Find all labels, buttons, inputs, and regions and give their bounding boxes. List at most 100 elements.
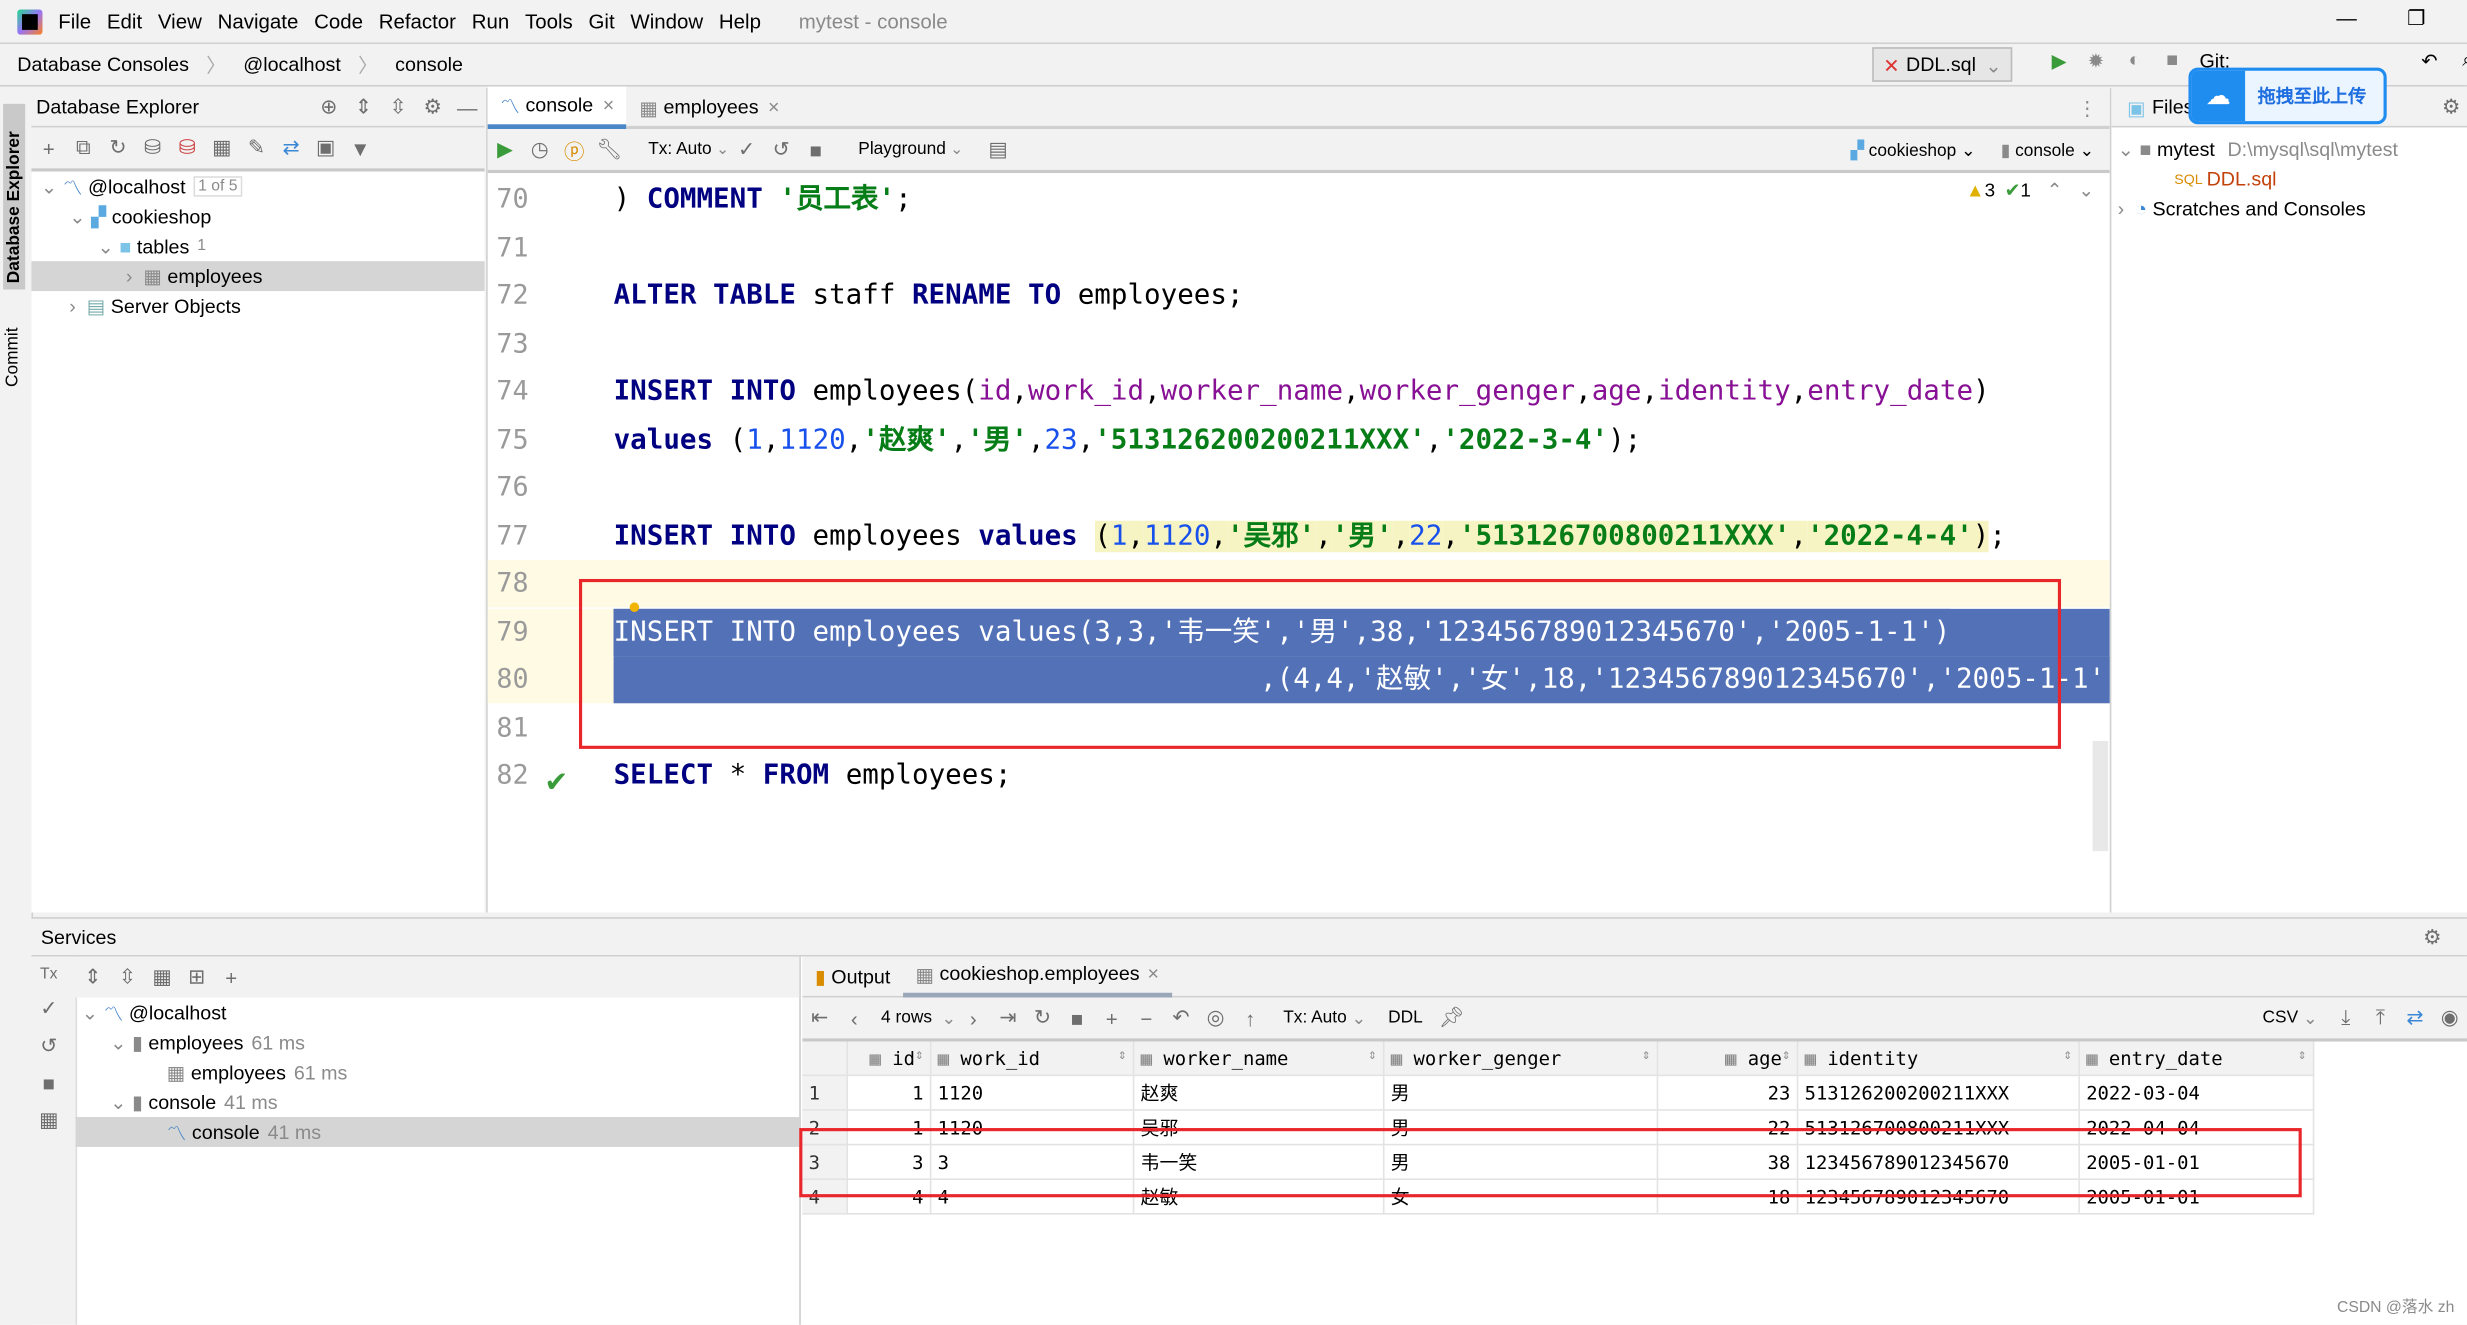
layout-icon[interactable]: ▦ <box>36 1108 61 1133</box>
tree-item-localhost[interactable]: ⌄ 〽 @localhost 1 of 5 <box>31 171 484 201</box>
history-icon[interactable]: ◷ <box>527 137 552 162</box>
session-select[interactable]: ▮ console ⌄ <box>2001 139 2094 160</box>
commit-side-tab[interactable]: Commit <box>3 293 22 387</box>
schema-select[interactable]: ▞ cookieshop ⌄ <box>1851 139 1976 160</box>
restore-icon[interactable]: ❐ <box>2407 6 2425 31</box>
menu-help[interactable]: Help <box>719 9 761 33</box>
tree-item-employees[interactable]: › ▦ employees <box>31 261 485 292</box>
compare-icon[interactable]: ⇄ <box>2402 1005 2427 1030</box>
collapse-all-icon[interactable]: ⇳ <box>385 94 410 119</box>
stop-icon[interactable]: ■ <box>1065 1006 1090 1030</box>
tree-item-ddl-sql[interactable]: SQL DDL.sql <box>2111 164 2467 194</box>
tx-mode-select[interactable]: Tx: Auto <box>1283 1008 1346 1027</box>
ddl-button[interactable]: DDL <box>1388 1008 1423 1027</box>
column-header-age[interactable]: ▦ age ⇕ <box>1657 1041 1799 1077</box>
breadcrumb-console[interactable]: console <box>395 53 463 75</box>
pin-icon[interactable]: 📌︎ <box>1438 1005 1464 1030</box>
tab-employees[interactable]: ▦ employees × <box>627 88 792 126</box>
gear-icon[interactable]: ⚙ <box>2439 94 2464 119</box>
cell-entry_date[interactable]: 2022-03-04 <box>2079 1075 2315 1111</box>
expand-all-icon[interactable]: ⇕ <box>351 94 376 119</box>
preview-icon[interactable]: ◎ <box>1203 1005 1228 1030</box>
cell-worker_name[interactable]: 赵爽 <box>1133 1075 1385 1111</box>
export-format-select[interactable]: CSV <box>2263 1008 2299 1027</box>
table-icon[interactable]: ▦ <box>209 135 234 160</box>
run-icon[interactable]: ▶ <box>2052 49 2067 72</box>
close-icon[interactable]: × <box>603 94 615 116</box>
duplicate-icon[interactable]: ⧉ <box>71 135 96 160</box>
service-item-localhost[interactable]: ⌄ 〽 @localhost <box>76 997 800 1027</box>
disconnect-icon[interactable]: ⛁ <box>175 135 200 160</box>
code-line[interactable]: 75 values (1,1120,'赵爽','男',23,'5131262002… <box>488 416 2110 463</box>
commit-icon[interactable]: ✓ <box>36 996 61 1021</box>
rows-select[interactable]: 4 rows <box>881 1008 932 1027</box>
more-icon[interactable]: ⋮ <box>2078 95 2098 119</box>
breadcrumb-localhost[interactable]: @localhost <box>243 53 341 75</box>
minimize-icon[interactable]: — <box>2336 6 2356 30</box>
add-icon[interactable]: + <box>219 965 244 989</box>
menu-navigate[interactable]: Navigate <box>218 9 299 33</box>
execute-icon[interactable]: ▶ <box>492 137 517 162</box>
stop-icon[interactable]: ■ <box>2166 49 2178 71</box>
refresh-icon[interactable]: ↻ <box>105 135 130 160</box>
jump-icon[interactable]: ⇄ <box>278 135 303 160</box>
close-icon[interactable]: × <box>1148 963 1160 985</box>
service-item-console-session[interactable]: ⌄ ▮ console 41 ms <box>76 1087 800 1117</box>
new-tab-icon[interactable]: ⊞ <box>184 964 209 989</box>
download-icon[interactable]: ⤓ <box>2333 1005 2358 1030</box>
tree-item-cookieshop[interactable]: ⌄ ▞ cookieshop <box>31 201 484 231</box>
playground-select[interactable]: Playground <box>858 140 946 159</box>
edit-icon[interactable]: ✎ <box>244 135 269 160</box>
breadcrumb-database-consoles[interactable]: Database Consoles <box>17 53 189 75</box>
editor-scrollbar[interactable] <box>2092 741 2109 852</box>
service-item-employees-table[interactable]: ▦ employees 61 ms <box>76 1057 800 1087</box>
code-line[interactable]: 77 INSERT INTO employees values (1,1120,'… <box>488 512 2110 559</box>
code-line[interactable]: 82 SELECT * FROM employees; <box>488 752 2110 799</box>
tab-console[interactable]: 〽 console × <box>487 85 627 129</box>
submit-icon[interactable]: ↑ <box>1238 1006 1263 1030</box>
rollback-icon[interactable]: ↺ <box>769 137 794 162</box>
menu-tools[interactable]: Tools <box>525 9 573 33</box>
prev-page-icon[interactable]: ‹ <box>842 1006 867 1030</box>
column-header-id[interactable]: ▦ id ⇕ <box>847 1041 932 1077</box>
filter-icon[interactable]: ▼ <box>348 136 373 160</box>
gear-icon[interactable]: ⚙ <box>2420 924 2445 949</box>
upload-icon[interactable]: ⤒ <box>2368 1005 2393 1030</box>
code-line[interactable]: 73 <box>488 320 2110 367</box>
locate-icon[interactable]: ⊕ <box>316 94 341 119</box>
stop-icon[interactable]: ■ <box>36 1071 61 1095</box>
collapse-all-icon[interactable]: ⇳ <box>115 964 140 989</box>
column-header-identity[interactable]: ▦ identity ⇕ <box>1797 1041 2080 1077</box>
code-line[interactable]: 74 INSERT INTO employees(id,work_id,worke… <box>488 368 2110 415</box>
sync-icon[interactable]: ⛁ <box>140 135 165 160</box>
table-row[interactable]: 1 1 1120 赵爽男 23 513126200200211XXX 2022-03-04 <box>802 1075 2315 1111</box>
service-item-employees-session[interactable]: ⌄ ▮ employees 61 ms <box>76 1027 800 1057</box>
code-line[interactable]: 70) COMMENT '员工表'; <box>488 176 2110 223</box>
run-config-select[interactable]: ✕ DDL.sql ⌄ <box>1872 47 2013 82</box>
close-icon[interactable]: × <box>768 96 780 118</box>
database-explorer-side-tab[interactable]: Database Explorer <box>3 103 26 290</box>
search-icon[interactable]: ⌕ <box>2462 49 2467 73</box>
tx-mode-select[interactable]: Tx: Auto <box>648 140 711 159</box>
cell-work_id[interactable]: 1120 <box>930 1075 1135 1111</box>
menu-code[interactable]: Code <box>314 9 363 33</box>
hide-icon[interactable]: — <box>455 95 480 119</box>
cancel-icon[interactable]: ■ <box>803 138 828 162</box>
last-page-icon[interactable]: ⇥ <box>995 1005 1020 1030</box>
view-icon[interactable]: ◉ <box>2437 1005 2462 1030</box>
service-item-console[interactable]: 〽 console 41 ms <box>75 1117 800 1147</box>
settings-wrench-icon[interactable]: 🔧︎ <box>596 137 622 162</box>
gear-icon[interactable]: ⚙ <box>420 94 445 119</box>
coverage-icon[interactable]: ◐ <box>2129 49 2141 71</box>
menu-view[interactable]: View <box>158 9 202 33</box>
column-header-worker_genger[interactable]: ▦ worker_genger ⇕ <box>1383 1041 1659 1077</box>
tx-icon[interactable]: Tx <box>36 966 61 983</box>
code-line[interactable]: 72 ALTER TABLE staff RENAME TO employees; <box>488 272 2110 319</box>
first-page-icon[interactable]: ⇤ <box>807 1005 832 1030</box>
tree-item-tables[interactable]: ⌄ ■ tables 1 <box>31 231 484 261</box>
cell-age[interactable]: 23 <box>1657 1075 1799 1111</box>
menu-edit[interactable]: Edit <box>107 9 142 33</box>
tree-item-mytest[interactable]: ⌄ ■ mytest D:\mysql\sql\mytest <box>2111 134 2467 164</box>
cell-identity[interactable]: 513126200200211XXX <box>1797 1075 2080 1111</box>
tree-item-server-objects[interactable]: › ▤ Server Objects <box>31 291 484 321</box>
